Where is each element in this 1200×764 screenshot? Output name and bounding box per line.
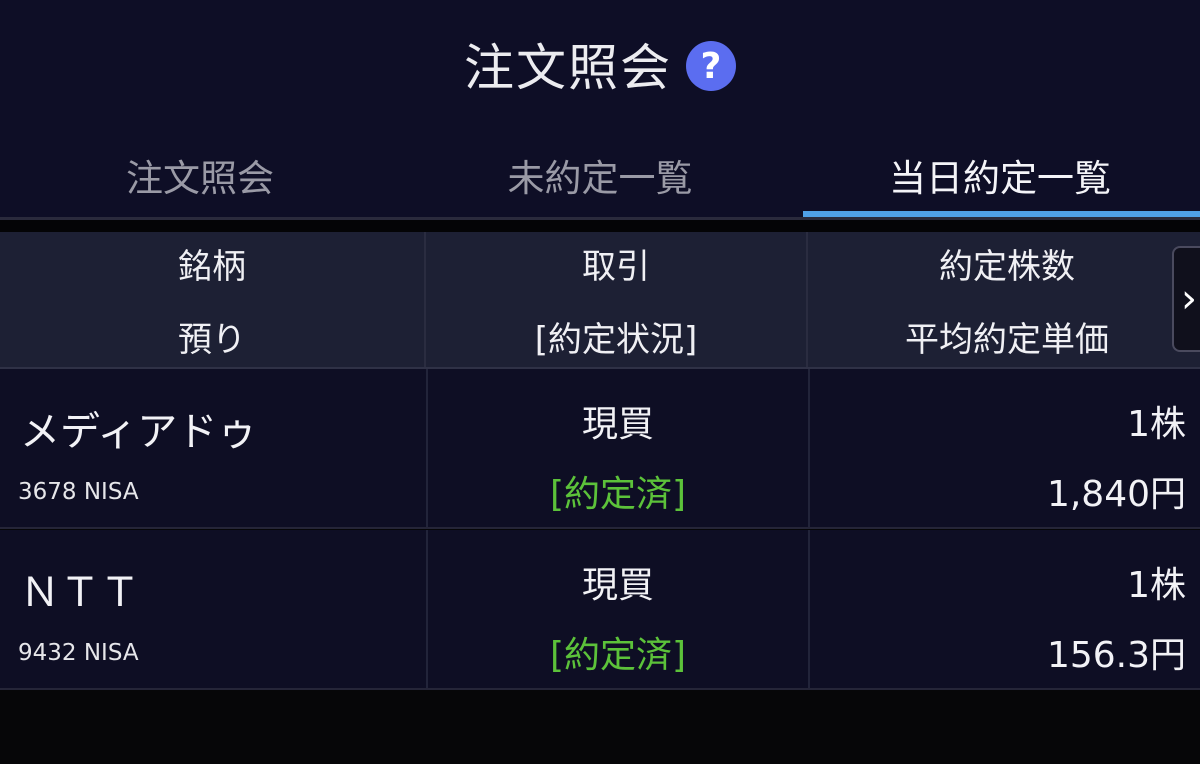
stock-cell: メディアドゥ 3678 NISA: [0, 369, 422, 527]
table-header: 銘柄 預り 取引 [約定状況] 約定株数 平均約定単価: [0, 232, 1200, 369]
execution-status: [約定済]: [549, 474, 687, 515]
tab-bar: 注文照会 未約定一覧 当日約定一覧: [0, 138, 1200, 220]
quantity-cell: 1株 156.3円: [810, 530, 1200, 688]
stock-code: 9432 NISA: [18, 640, 139, 666]
quantity-cell: 1株 1,840円: [810, 369, 1200, 527]
header-quantity-label: 約定株数: [939, 246, 1075, 287]
execution-status: [約定済]: [549, 635, 687, 676]
app-screen: 注文照会 ? 注文照会 未約定一覧 当日約定一覧 銘柄 預り 取引 [約定状況]…: [0, 0, 1200, 764]
trade-cell: 現買 [約定済]: [426, 369, 810, 527]
header-stock-label: 銘柄: [178, 246, 246, 287]
trade-type: 現買: [581, 404, 654, 445]
trade-type: 現買: [581, 565, 654, 606]
stock-cell: ＮＴＴ 9432 NISA: [0, 530, 422, 688]
header-cell-stock: 銘柄 預り: [0, 232, 424, 367]
help-icon[interactable]: ?: [686, 41, 736, 91]
header-status-label: [約定状況]: [534, 319, 698, 360]
page-title: 注文照会: [464, 39, 672, 97]
table-row[interactable]: メディアドゥ 3678 NISA 現買 [約定済] 1株 1,840円: [0, 369, 1200, 529]
tab-unexecuted-list[interactable]: 未約定一覧: [400, 138, 800, 220]
tab-order-inquiry[interactable]: 注文照会: [0, 138, 400, 220]
active-tab-indicator: [803, 211, 1200, 217]
executed-quantity: 1株: [1127, 565, 1186, 606]
trade-cell: 現買 [約定済]: [426, 530, 810, 688]
table-row[interactable]: ＮＴＴ 9432 NISA 現買 [約定済] 1株 156.3円: [0, 530, 1200, 690]
average-price: 156.3円: [1046, 635, 1186, 676]
scroll-right-button[interactable]: ›: [1172, 246, 1200, 352]
section-gap: [0, 220, 1200, 232]
chevron-right-icon: ›: [1181, 276, 1197, 322]
executed-quantity: 1株: [1127, 404, 1186, 445]
header-avg-price-label: 平均約定単価: [905, 319, 1109, 360]
title-bar: 注文照会 ?: [0, 28, 1200, 100]
header: 注文照会 ?: [0, 0, 1200, 138]
header-cell-quantity: 約定株数 平均約定単価: [808, 232, 1200, 367]
stock-code: 3678 NISA: [18, 479, 139, 505]
header-custody-label: 預り: [178, 319, 246, 360]
stock-name: ＮＴＴ: [20, 570, 140, 616]
stock-name: メディアドゥ: [20, 409, 258, 455]
header-cell-trade: 取引 [約定状況]: [426, 232, 806, 367]
tab-today-executed-list[interactable]: 当日約定一覧: [800, 138, 1200, 220]
header-trade-label: 取引: [582, 246, 650, 287]
average-price: 1,840円: [1046, 474, 1186, 515]
